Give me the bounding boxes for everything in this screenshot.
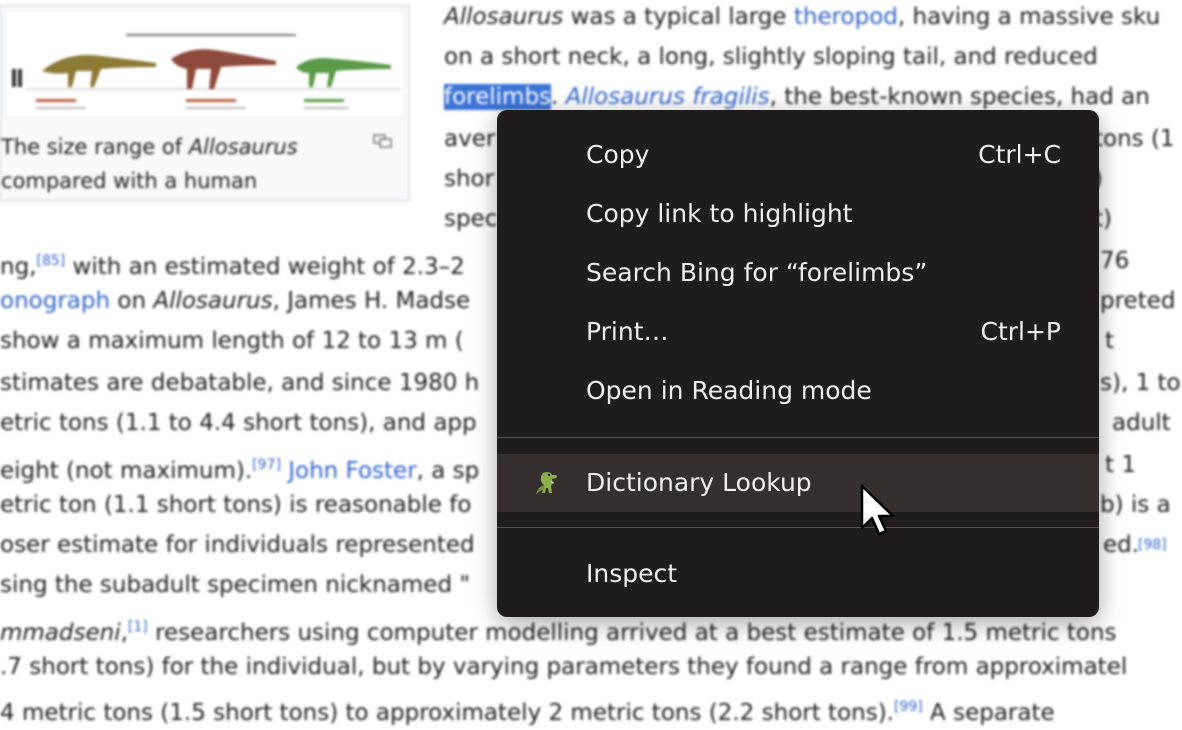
article-line-12: eight (not maximum).[97] John Foster, a … — [0, 452, 1136, 484]
menu-label-inspect: Inspect — [586, 559, 678, 588]
citation-98[interactable]: [98] — [1138, 528, 1167, 562]
citation-85[interactable]: [85] — [37, 253, 66, 269]
dinosaur-icon — [536, 472, 557, 494]
citation-97[interactable]: [97] — [252, 457, 281, 473]
menu-shortcut-print: Ctrl+P — [980, 317, 1061, 346]
mouse-cursor-icon — [860, 484, 895, 536]
menu-separator-2 — [497, 527, 1099, 528]
context-menu: Copy Ctrl+C Copy link to highlight Searc… — [497, 110, 1099, 617]
menu-item-print[interactable]: Print… Ctrl+P — [497, 303, 1099, 361]
article-line-15: sing the subadult specimen nicknamed " — [0, 572, 470, 598]
article-line-13: etric ton (1.1 short tons) is reasonable… — [0, 492, 1171, 518]
menu-label-search-bing: Search Bing for “forelimbs” — [586, 258, 928, 287]
size-comparison-figure: The size range of Allosaurus compared wi… — [0, 5, 410, 201]
menu-item-search-bing[interactable]: Search Bing for “forelimbs” — [497, 244, 1099, 302]
menu-label-copy: Copy — [586, 140, 650, 169]
enlarge-icon[interactable] — [373, 134, 393, 148]
article-line-6: spec t) — [444, 206, 1112, 232]
article-line-3: forelimbs. Allosaurus fragilis, the best… — [444, 84, 1150, 110]
article-line-5: shor) — [444, 166, 1103, 192]
menu-label-dictionary-lookup: Dictionary Lookup — [586, 468, 812, 497]
dinosaur-size-chart-graphic — [12, 34, 401, 109]
menu-item-copy-link-to-highlight[interactable]: Copy link to highlight — [497, 185, 1099, 243]
link-theropod[interactable]: theropod — [794, 4, 898, 30]
article-line-1: Allosaurus was a typical large theropod,… — [444, 4, 1161, 30]
menu-item-copy[interactable]: Copy Ctrl+C — [497, 126, 1099, 184]
menu-item-dictionary-lookup[interactable]: Dictionary Lookup — [497, 454, 1099, 512]
link-monograph[interactable]: onograph — [0, 288, 110, 314]
menu-separator-1 — [497, 437, 1099, 438]
citation-99[interactable]: [99] — [894, 699, 923, 715]
article-line-8: onograph on Allosaurus, James H. Madse pr… — [0, 288, 1176, 314]
article-line-17: .7 short tons) for the individual, but b… — [0, 654, 1128, 680]
article-line-14: oser estimate for individuals represente… — [0, 528, 1167, 562]
menu-label-copy-link: Copy link to highlight — [586, 199, 853, 228]
selected-text-forelimbs[interactable]: forelimbs — [444, 84, 552, 110]
citation-1[interactable]: [1] — [128, 619, 148, 635]
size-comparison-image[interactable] — [5, 10, 405, 118]
article-line-4: aver tons (1 — [444, 126, 1175, 152]
article-line-7: ng,[85] with an estimated weight of 2.3–… — [0, 248, 1130, 280]
menu-item-inspect[interactable]: Inspect — [497, 545, 1099, 603]
article-line-2: on a short neck, a long, slightly slopin… — [444, 44, 1098, 70]
menu-label-print: Print… — [586, 317, 669, 346]
article-line-18: 4 metric tons (1.5 short tons) to approx… — [0, 699, 1055, 726]
article-line-10: stimates are debatable, and since 1980 h… — [0, 370, 1181, 396]
menu-label-reading-mode: Open in Reading mode — [586, 376, 872, 405]
article-line-9: show a maximum length of 12 to 13 m (t — [0, 328, 1115, 354]
screen: The size range of Allosaurus compared wi… — [0, 0, 1182, 730]
menu-item-open-reading-mode[interactable]: Open in Reading mode — [497, 362, 1099, 420]
menu-shortcut-copy: Ctrl+C — [978, 140, 1061, 169]
link-john-foster[interactable]: John Foster — [288, 458, 416, 484]
link-allosaurus-fragilis[interactable]: Allosaurus fragilis — [566, 84, 770, 110]
figure-caption: The size range of Allosaurus compared wi… — [1, 135, 298, 193]
article-line-11: etric tons (1.1 to 4.4 short tons), and … — [0, 410, 1171, 436]
